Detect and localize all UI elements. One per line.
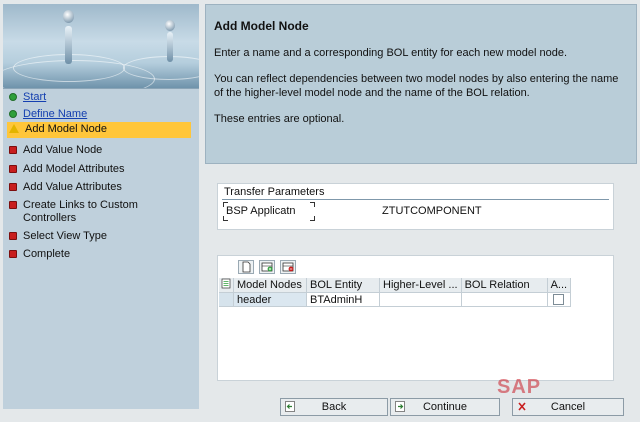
pending-step-icon [9,232,17,240]
column-header-model-nodes[interactable]: Model Nodes [233,278,307,293]
bsp-application-value: ZTUTCOMPONENT [382,205,482,217]
step-description: These entries are optional. [214,113,345,125]
group-divider [222,199,609,200]
column-header-flag[interactable]: A... [547,278,572,293]
cancel-button-label: Cancel [550,401,586,413]
transfer-parameters-group: Transfer Parameters BSP Applicatn ZTUTCO… [217,183,614,230]
step-description: You can reflect dependencies between two… [214,73,619,99]
field-bracket [310,216,315,221]
wizard-step-label: Complete [23,248,71,260]
cancel-icon [518,402,526,411]
insert-row-button[interactable] [259,260,275,274]
table-row[interactable]: header BTAdminH [219,292,572,307]
wizard-step-label[interactable]: Define Name [23,108,87,121]
back-button[interactable]: Back [280,398,388,416]
warning-triangle-icon [9,124,19,133]
back-button-label: Back [321,401,347,413]
wizard-step-add-value-node[interactable]: Add Value Node [9,144,189,157]
wizard-step-label: Add Value Attributes [23,181,122,193]
model-node-table: Model Nodes BOL Entity Higher-Level ... … [219,278,572,307]
sap-watermark: SAP [497,376,542,398]
wizard-banner-image [3,4,199,88]
new-document-icon [242,261,251,273]
row-checkbox[interactable] [553,294,565,306]
new-row-button[interactable] [238,260,254,274]
wizard-step-add-model-attributes[interactable]: Add Model Attributes [9,163,189,176]
wizard-step-define-name[interactable]: Define Name [9,108,189,121]
wizard-step-label: Add Value Node [23,144,103,156]
continue-arrow-icon [395,401,405,412]
pending-step-icon [9,183,17,191]
continue-button-label: Continue [422,401,468,413]
wizard-step-select-view-type[interactable]: Select View Type [9,230,189,243]
insert-row-icon [261,262,273,272]
wizard-step-label: Select View Type [23,230,107,242]
bol-relation-cell[interactable] [461,292,548,307]
wizard-step-label[interactable]: Start [23,91,46,104]
wizard-step-label: Add Model Node [25,123,107,135]
cancel-button[interactable]: Cancel [512,398,624,416]
pending-step-icon [9,146,17,154]
row-selector[interactable] [219,292,234,307]
model-node-cell[interactable]: header [233,292,307,307]
delete-row-icon [282,262,294,272]
wizard-step-list: Start Define Name Add Model Node Add Val… [3,88,199,409]
pending-step-icon [9,165,17,173]
completed-step-icon [9,93,17,101]
step-description: Enter a name and a corresponding BOL ent… [214,47,568,59]
bol-entity-cell[interactable]: BTAdminH [306,292,380,307]
completed-step-icon [9,110,17,118]
pending-step-icon [9,250,17,258]
wizard-step-label: Add Model Attributes [23,163,125,175]
continue-button[interactable]: Continue [390,398,500,416]
pending-step-icon [9,201,17,209]
column-header-bol-relation[interactable]: BOL Relation [461,278,548,293]
back-arrow-icon [285,401,295,412]
wizard-step-label: Create Links to Custom Controllers [23,199,138,224]
wizard-step-complete[interactable]: Complete [9,248,189,261]
field-bracket [310,202,315,207]
delete-row-button[interactable] [280,260,296,274]
step-info-panel: Add Model Node Enter a name and a corres… [205,4,637,164]
wizard-step-add-model-node[interactable]: Add Model Node [7,122,191,138]
wizard-step-start[interactable]: Start [9,91,189,104]
table-header-row: Model Nodes BOL Entity Higher-Level ... … [219,278,572,293]
transfer-parameters-title: Transfer Parameters [224,186,325,198]
wizard-step-create-links[interactable]: Create Links to Custom Controllers [9,199,189,225]
step-title: Add Model Node [214,19,309,33]
select-all-cell[interactable] [219,278,234,293]
higher-level-cell[interactable] [379,292,462,307]
bsp-application-label: BSP Applicatn [226,205,296,217]
model-node-table-container: Model Nodes BOL Entity Higher-Level ... … [217,255,614,381]
column-header-higher-level[interactable]: Higher-Level ... [379,278,462,293]
column-header-bol-entity[interactable]: BOL Entity [306,278,380,293]
flag-cell[interactable] [547,292,572,307]
table-settings-icon [221,278,231,289]
wizard-step-add-value-attributes[interactable]: Add Value Attributes [9,181,189,194]
